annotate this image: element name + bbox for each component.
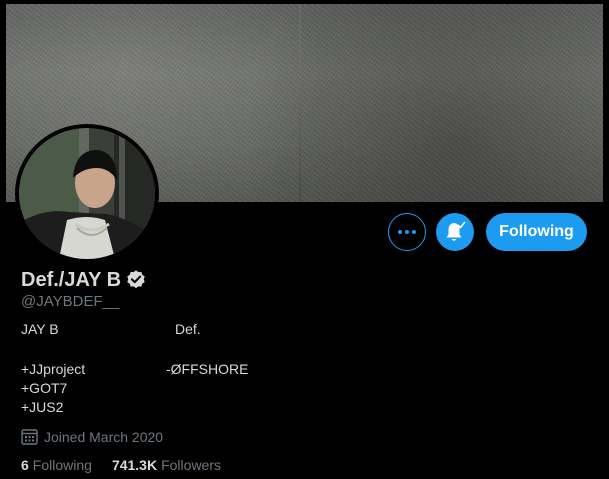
notifications-button[interactable] (436, 213, 474, 251)
followers-count: 741.3K (111, 457, 158, 473)
bio-line-3: +GOT7 (21, 380, 68, 396)
bio-line-1-left: JAY B (21, 321, 59, 337)
notification-bell-check-icon (446, 221, 466, 241)
verified-badge-icon (127, 270, 145, 289)
following-link[interactable]: 6 Following (21, 457, 92, 473)
avatar-image (19, 128, 155, 259)
bio-line-2-right: -ØFFSHORE (166, 361, 249, 377)
joined-text: Joined March 2020 (44, 428, 164, 445)
bio-line-1-right: Def. (175, 321, 201, 337)
bio-line-4: +JUS2 (21, 399, 64, 415)
display-name: Def./JAY B (21, 268, 122, 291)
banner-texture (299, 4, 301, 202)
profile-handle: @JAYBDEF__ (21, 293, 120, 310)
follow-stats: 6 Following 741.3K Followers (21, 457, 221, 473)
following-label: Following (32, 457, 92, 473)
following-count: 6 (21, 457, 29, 473)
more-horizontal-icon (398, 230, 416, 234)
following-button[interactable]: Following (486, 213, 587, 251)
bio-line-2-left: +JJproject (21, 361, 86, 377)
followers-label: Followers (161, 457, 221, 473)
joined-date: Joined March 2020 (21, 428, 163, 445)
calendar-icon (21, 429, 38, 445)
more-options-button[interactable] (388, 213, 426, 251)
profile-name-row: Def./JAY B (21, 268, 147, 292)
avatar[interactable] (19, 128, 155, 259)
following-button-label: Following (499, 223, 574, 240)
followers-link[interactable]: 741.3K Followers (112, 457, 221, 473)
